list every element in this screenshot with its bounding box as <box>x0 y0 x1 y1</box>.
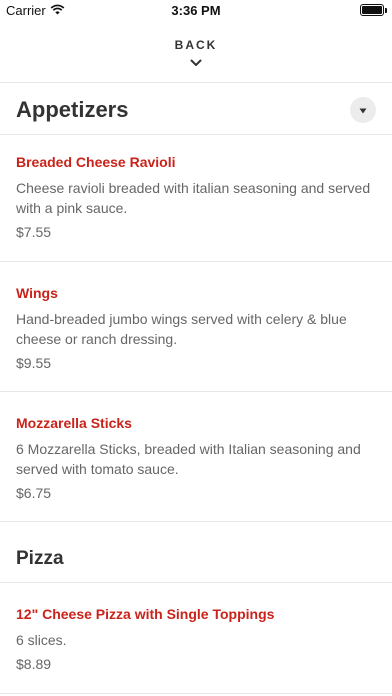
item-name: Wings <box>16 285 58 301</box>
status-bar: Carrier 3:36 PM <box>0 0 392 22</box>
item-name: Breaded Cheese Ravioli <box>16 154 176 170</box>
section-title: Appetizers <box>16 97 129 122</box>
battery-icon <box>360 4 387 16</box>
item-name: 12" Cheese Pizza with Single Toppings <box>16 606 275 622</box>
item-name: Mozzarella Sticks <box>16 415 132 431</box>
item-price: $7.55 <box>16 224 52 240</box>
item-price: $8.89 <box>16 656 52 672</box>
back-button[interactable]: BACK <box>0 30 392 80</box>
divider <box>0 521 392 522</box>
caret-down-icon <box>359 101 367 119</box>
item-description: Cheese ravioli breaded with italian seas… <box>16 180 371 216</box>
menu-item[interactable]: Breaded Cheese Ravioli Cheese ravioli br… <box>16 154 376 240</box>
item-description: 6 slices. <box>16 632 67 648</box>
divider <box>0 82 392 83</box>
divider <box>0 134 392 135</box>
divider <box>0 582 392 583</box>
section-title-pizza: Pizza <box>16 548 64 569</box>
chevron-down-icon <box>0 54 392 72</box>
item-price: $9.55 <box>16 355 52 371</box>
divider <box>0 693 392 694</box>
item-price: $6.75 <box>16 485 52 501</box>
back-label: BACK <box>174 38 218 52</box>
section-header-appetizers: Appetizers <box>16 94 376 126</box>
menu-item[interactable]: Wings Hand-breaded jumbo wings served wi… <box>16 285 376 371</box>
item-description: 6 Mozzarella Sticks, breaded with Italia… <box>16 441 361 477</box>
menu-item[interactable]: Mozzarella Sticks 6 Mozzarella Sticks, b… <box>16 415 376 501</box>
menu-item[interactable]: 12" Cheese Pizza with Single Toppings 6 … <box>16 606 376 672</box>
status-time: 3:36 PM <box>171 3 221 18</box>
section-dropdown-button[interactable] <box>350 97 376 123</box>
item-description: Hand-breaded jumbo wings served with cel… <box>16 311 347 347</box>
divider <box>0 391 392 392</box>
divider <box>0 261 392 262</box>
